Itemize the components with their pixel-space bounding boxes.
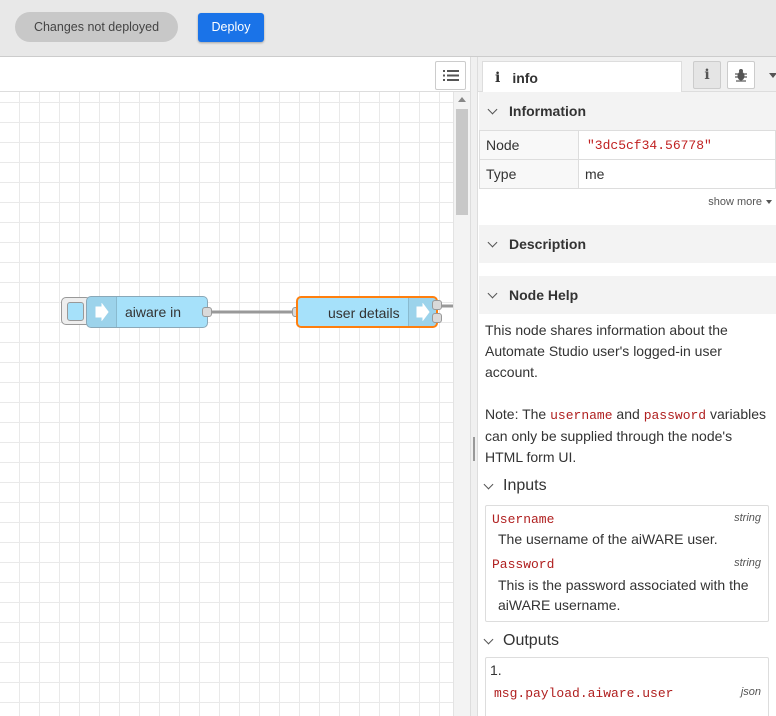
table-row: Type me: [479, 159, 776, 189]
show-more-label: show more: [708, 196, 762, 208]
chevron-down-icon[interactable]: [769, 73, 776, 78]
property-row: Username string: [486, 506, 768, 530]
outputs-list: 1. msg.payload.aiware.user json: [485, 657, 769, 716]
section-description-header[interactable]: Description: [479, 225, 776, 263]
info-icon: i: [704, 67, 710, 83]
property-description: The username of the aiWARE user.: [498, 531, 718, 547]
sidebar-tab-bar: i info i: [478, 57, 776, 93]
heading-label: Outputs: [503, 632, 560, 649]
info-value: "3dc5cf34.56778": [578, 130, 776, 160]
node-user-details[interactable]: user details: [296, 296, 438, 328]
property-row: msg.payload.aiware.user json: [486, 682, 768, 703]
deploy-button[interactable]: Deploy: [198, 13, 264, 42]
output-index: 1.: [490, 662, 502, 678]
workspace-header: [0, 57, 470, 92]
inputs-list: Username string The username of the aiWA…: [485, 505, 769, 622]
chevron-down-icon: [483, 479, 494, 489]
property-description: This is the password associated with the…: [498, 577, 749, 613]
chevron-down-icon: [487, 104, 498, 114]
chevron-down-icon: [487, 288, 498, 298]
property-name: msg.payload.aiware.user: [494, 686, 674, 701]
help-text: This node shares information about the A…: [485, 322, 728, 380]
flow-list-button[interactable]: [435, 61, 466, 90]
node-output-port[interactable]: [202, 307, 212, 317]
chevron-down-icon: [487, 237, 498, 247]
section-node-help-header[interactable]: Node Help: [479, 276, 776, 314]
section-title: Description: [509, 236, 587, 252]
outputs-heading: Outputs: [483, 632, 560, 650]
property-name: Password: [492, 557, 555, 572]
top-toolbar: Changes not deployed Deploy: [0, 0, 776, 57]
canvas-vertical-scrollbar[interactable]: [453, 92, 470, 716]
scrollbar-thumb[interactable]: [456, 109, 468, 215]
show-more-link[interactable]: show more: [708, 196, 772, 208]
sidebar-resize-handle[interactable]: [470, 57, 478, 716]
caret-down-icon: [766, 200, 772, 204]
table-row: Node "3dc5cf34.56778": [479, 130, 776, 160]
code-username: username: [550, 408, 613, 423]
sidebar: i info i Information Node "3dc5cf34.5677…: [478, 57, 776, 716]
info-key: Node: [479, 130, 579, 160]
node-help-note: Note: The username and password variable…: [485, 404, 773, 468]
info-tab-button[interactable]: i: [693, 61, 721, 89]
code-password: password: [643, 408, 707, 423]
node-output-port-1[interactable]: [432, 300, 442, 310]
info-key: Type: [479, 159, 579, 189]
section-information-header[interactable]: Information: [479, 92, 776, 130]
information-table: Node "3dc5cf34.56778" Type me: [479, 130, 776, 189]
property-name: Username: [492, 512, 555, 527]
property-type: string: [734, 557, 761, 569]
tab-label: info: [512, 69, 538, 86]
inputs-heading: Inputs: [483, 477, 547, 495]
node-label: aiware in: [125, 304, 182, 320]
arrow-right-icon: [87, 297, 117, 327]
tab-info[interactable]: i info: [482, 61, 682, 93]
help-text: Note: The: [485, 406, 551, 422]
property-row: Password string: [486, 551, 768, 575]
section-title: Information: [509, 103, 586, 119]
property-type: string: [734, 512, 761, 524]
node-output-port-2[interactable]: [432, 313, 442, 323]
info-icon: i: [495, 69, 501, 86]
chevron-down-icon: [483, 634, 494, 644]
property-type: json: [740, 686, 761, 698]
heading-label: Inputs: [503, 477, 547, 494]
flow-canvas[interactable]: [0, 92, 453, 716]
node-help-intro: This node shares information about the A…: [485, 320, 773, 383]
section-title: Node Help: [509, 287, 579, 303]
scroll-up-arrow-icon[interactable]: [458, 97, 466, 102]
deploy-status-pill: Changes not deployed: [15, 12, 178, 42]
help-text: and: [612, 406, 644, 422]
debug-tab-button[interactable]: [727, 61, 755, 89]
list-icon: [442, 70, 459, 81]
bug-icon: [735, 69, 747, 82]
node-aiware-in[interactable]: aiware in: [86, 296, 208, 328]
info-value: me: [578, 159, 776, 189]
node-label: user details: [328, 305, 400, 321]
